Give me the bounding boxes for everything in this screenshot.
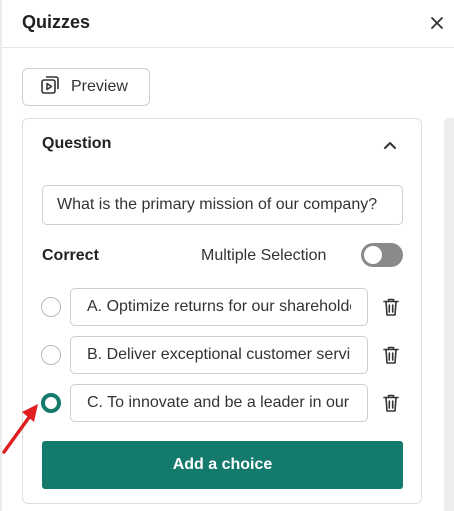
multiple-selection-toggle[interactable] xyxy=(361,243,403,267)
trash-icon[interactable] xyxy=(382,345,400,365)
question-card-title: Question xyxy=(42,135,112,152)
choice-row-c xyxy=(23,384,423,422)
trash-icon[interactable] xyxy=(382,297,400,317)
correct-label: Correct xyxy=(42,247,99,264)
multiple-selection-label: Multiple Selection xyxy=(201,247,327,264)
scrollbar[interactable] xyxy=(444,118,454,511)
red-annotation-arrow-icon xyxy=(0,396,46,456)
panel-title: Quizzes xyxy=(22,12,91,32)
choice-b-input[interactable] xyxy=(70,336,368,374)
chevron-up-icon[interactable] xyxy=(381,137,399,153)
panel-header: Quizzes xyxy=(2,0,454,48)
preview-button[interactable]: Preview xyxy=(22,68,150,106)
choice-c-input[interactable] xyxy=(70,384,368,422)
choice-b-radio[interactable] xyxy=(41,345,61,365)
choice-row-b xyxy=(23,336,423,374)
trash-icon[interactable] xyxy=(382,393,400,413)
choice-a-input[interactable] xyxy=(70,288,368,326)
choice-row-a xyxy=(23,288,423,326)
close-icon[interactable] xyxy=(428,14,446,32)
preview-label: Preview xyxy=(71,78,128,95)
preview-play-icon xyxy=(39,74,61,101)
toggle-knob xyxy=(364,246,382,264)
add-choice-button[interactable]: Add a choice xyxy=(42,441,403,489)
question-input[interactable] xyxy=(42,185,403,225)
choice-a-radio[interactable] xyxy=(41,297,61,317)
question-card: Question Correct Multiple Selection xyxy=(22,118,422,504)
